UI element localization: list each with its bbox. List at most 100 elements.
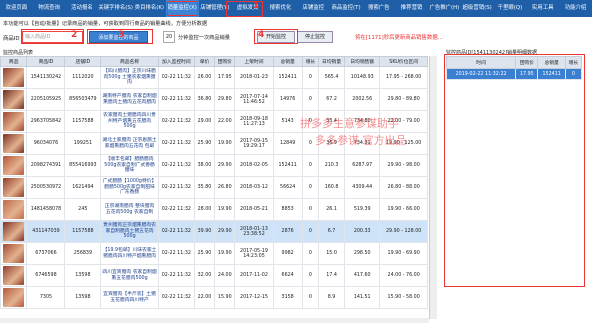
cell-time: 02-22 11:32: [157, 132, 195, 155]
cell-avgamt: 141.51: [344, 286, 381, 309]
table-row[interactable]: 1481458078 245 正宗湖南腊肉 整块腊肉 五花肉500g 农家自制 02-…: [0, 198, 428, 221]
cell-id: 7305: [26, 286, 66, 309]
nav-item[interactable]: 关键字排名(S): [98, 0, 133, 17]
column-header[interactable]: 商品: [0, 56, 28, 67]
column-header[interactable]: 日均销量: [317, 56, 346, 67]
column-header[interactable]: 加入监控时间: [157, 56, 195, 67]
table-row[interactable]: 6746598 13598 四川宜宾腊肉 农家自制烟熏五花腊肉500g 02-22 1…: [0, 264, 428, 287]
column-header[interactable]: 商品ID: [26, 56, 66, 67]
cell-time: 02-22 11:32: [157, 220, 195, 243]
cell-list: 2017-09-15 19:29:17: [234, 132, 274, 155]
cell-sales: 5143: [272, 110, 303, 133]
cell-range: 24.00 - 76.00: [379, 264, 428, 287]
cell-growth: 0: [301, 66, 319, 89]
cell-price: 36.80: [193, 88, 216, 111]
cell-name: 湖南特产腊肉 农家自制烟熏腊肉土猪肉五花肉腊肉: [100, 88, 159, 111]
cell-growth: 0: [301, 88, 319, 111]
table-row[interactable]: 2500530972 1621494 广式腊肠【1000g特价】腊肠500g农家自制…: [0, 176, 428, 199]
product-thumbnail-cell: [0, 264, 28, 287]
cell-shop: 1157588: [64, 220, 102, 243]
nav-item[interactable]: 千里眼(Q): [494, 0, 527, 17]
nav-item[interactable]: 推荐营销: [395, 0, 428, 17]
cell-sales: 3158: [272, 286, 303, 309]
table-row[interactable]: 6737066 256839 【19.9包邮】川味农家土猪腊肉四川特产烟熏腊肉 02-…: [0, 242, 428, 265]
stop-monitor-button[interactable]: 停止监控: [297, 31, 333, 43]
cell-id: 2098274391: [26, 154, 66, 177]
cell-id: 1481458078: [26, 198, 66, 221]
product-thumbnail-cell: [0, 132, 28, 155]
cell-list: 2017-12-15: [234, 286, 274, 309]
cell-avgamt: 417.60: [344, 264, 381, 287]
table-row[interactable]: 7305 13598 宜宾腊肉【半斤装】土猪五花腊肉四川特产 02-22 11:32 2…: [0, 286, 428, 309]
cell-avg: 160.8: [317, 176, 346, 199]
table-row[interactable]: 2098274391 855416993 【顺丰包邮】腊肠腊肉500g农家自制广式香…: [0, 154, 428, 177]
nav-item[interactable]: 类目排名(K): [133, 0, 166, 17]
nav-item[interactable]: 功能介绍: [559, 0, 592, 17]
annotation-number-2: 2: [71, 30, 78, 40]
column-header[interactable]: 店铺ID: [64, 56, 102, 67]
annotation-number-3: 3: [118, 30, 125, 40]
cell-group: 26.80: [214, 176, 236, 199]
cell-range: 26.80 - 88.00: [379, 176, 428, 199]
column-header[interactable]: 日均销售额: [344, 56, 381, 67]
column-header[interactable]: 增长: [301, 56, 319, 67]
cell-price: 22.00: [193, 286, 216, 309]
nav-item[interactable]: 销量监控(X): [165, 0, 199, 17]
table-row[interactable]: 1541130242 1112020 【四川腊肉】正宗川味腊肉500g 土猪农家烟熏…: [0, 66, 428, 89]
product-image: [3, 266, 25, 285]
nav-item[interactable]: 欢迎页面: [0, 0, 33, 17]
cell-shop: 1157588: [64, 110, 102, 133]
cell-id: 2205105925: [26, 88, 66, 111]
vertical-scrollbar[interactable]: [429, 56, 437, 319]
cell-name: 广式腊肠【1000g特价】腊肠500g农家自制甜味广东香肠: [100, 176, 159, 199]
product-image: [3, 90, 25, 109]
cell-range: 29.90 - 98.00: [379, 154, 428, 177]
column-header[interactable]: 上架时间: [234, 56, 274, 67]
product-image: [3, 244, 25, 263]
nav-item[interactable]: 搜索广告: [362, 0, 395, 17]
nav-item[interactable]: 实用工具: [526, 0, 559, 17]
product-image: [3, 222, 25, 241]
column-header[interactable]: 商品名称: [100, 56, 159, 67]
interval-input[interactable]: 20: [163, 31, 175, 43]
horizontal-scrollbar[interactable]: [0, 318, 429, 323]
cell-shop: 13598: [64, 264, 102, 287]
nav-item[interactable]: 广告推广(H): [428, 0, 461, 17]
watermark-line1: 拼多多生意参谋助手: [300, 117, 399, 130]
cell-range: 29.80 - 89.80: [379, 88, 428, 111]
column-header[interactable]: 团购价: [214, 56, 236, 67]
product-image: [3, 288, 25, 307]
cell-name: 正宗湖南腊肉 整块腊肉 五花肉500g 农家自制: [100, 198, 159, 221]
cell-group: 17.95: [214, 66, 236, 89]
cell-avg: 6.7: [317, 220, 346, 243]
cell-price: 35.80: [193, 176, 216, 199]
nav-item[interactable]: 店铺监控: [297, 0, 330, 17]
nav-item[interactable]: 商品监控(T): [330, 0, 363, 17]
cell-name: 贵州腊肉正宗烟熏腊肉农家自制腊肉土猪五花肉500g: [100, 220, 159, 243]
cell-list: 2017-05-19 14:23:05: [234, 242, 274, 265]
interval-text: 分钟监控一次商品销量: [178, 35, 230, 41]
cell-avg: 67.2: [317, 88, 346, 111]
cell-time: 02-22 11:32: [157, 198, 195, 221]
nav-item[interactable]: 物流查询: [33, 0, 66, 17]
cell-avgamt: 200.33: [344, 220, 381, 243]
table-row[interactable]: 431147039 1157588 贵州腊肉正宗烟熏腊肉农家自制腊肉土猪五花肉500…: [0, 220, 428, 243]
cell-growth: 0: [301, 242, 319, 265]
cell-growth: 0: [301, 198, 319, 221]
nav-item[interactable]: 搜索优化: [264, 0, 297, 17]
table-row[interactable]: 2205105925 856503479 湖南特产腊肉 农家自制烟熏腊肉土猪肉五花肉…: [0, 88, 428, 111]
column-header[interactable]: 单价: [193, 56, 216, 67]
cell-avg: 15.0: [317, 242, 346, 265]
nav-item[interactable]: 活动报名: [66, 0, 99, 17]
cell-group: 22.00: [214, 110, 236, 133]
cell-list: 2018-01-13 23:38:52: [234, 220, 274, 243]
cell-id: 431147039: [26, 220, 66, 243]
nav-item[interactable]: 超级营销(S): [461, 0, 494, 17]
cell-range: 17.95 - 268.00: [379, 66, 428, 89]
cell-list: 2017-07-14 11:46:52: [234, 88, 274, 111]
top-nav: 欢迎页面 物流查询 活动报名 关键字排名(S) 类目排名(K) 销量监控(X) 店铺管理(Y…: [0, 0, 592, 17]
cell-shop: 256839: [64, 242, 102, 265]
column-header[interactable]: SKU价位区间: [379, 56, 428, 67]
product-image: [3, 134, 25, 153]
column-header[interactable]: 总销量: [272, 56, 303, 67]
